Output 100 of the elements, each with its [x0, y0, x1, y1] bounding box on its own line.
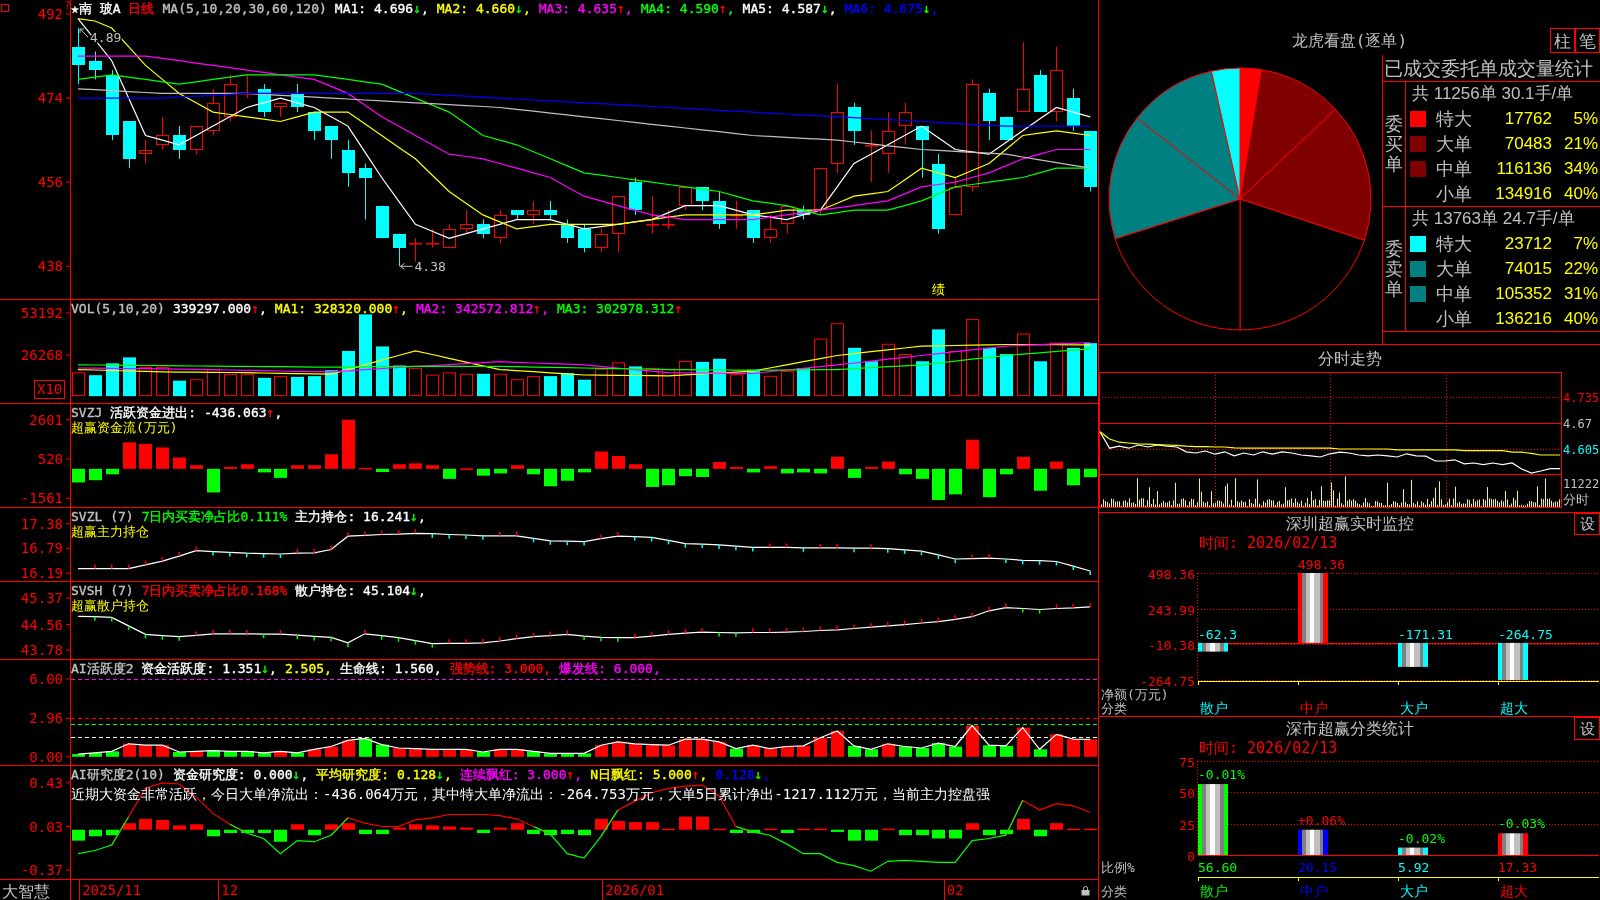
group-summary: 共 13763单 24.7手/单	[1411, 208, 1576, 230]
activity-bar	[831, 730, 844, 757]
legend-label: 2.505,	[284, 661, 332, 676]
candlestick	[949, 177, 962, 216]
axis-tick-label: 4.735	[1563, 390, 1599, 405]
volume-bar	[258, 377, 271, 397]
row-label: 小单	[1436, 182, 1473, 206]
research-bar	[949, 829, 962, 839]
axis-tick-label: 4.67	[1563, 416, 1592, 431]
category-label: 中户	[1300, 700, 1328, 716]
table-title: 已成交委托单成交量统计	[1383, 55, 1600, 82]
fund-flow-bar	[1084, 468, 1097, 478]
legend-label: 平均研究度: 0.128↓,	[316, 767, 452, 782]
research-bar	[190, 824, 203, 830]
settings-button[interactable]: 设	[1574, 513, 1600, 535]
panel-title: 分时走势	[1316, 348, 1383, 370]
candlestick	[646, 195, 659, 235]
axis-tick-label: 243.99	[1148, 602, 1195, 618]
research-bar	[1034, 829, 1047, 837]
research-bar	[646, 822, 659, 830]
indicator-title: 超赢主力持仓	[71, 524, 149, 539]
legend-label: MA(5,10,20,30,60,120)	[162, 1, 327, 16]
candlestick	[443, 223, 456, 249]
group-summary: 共 11256单 30.1手/单	[1411, 83, 1575, 105]
change-label: +0.06%	[1298, 812, 1345, 828]
fund-flow-bar	[224, 466, 237, 469]
fund-flow-bar	[1050, 461, 1063, 469]
fund-flow-bar	[241, 464, 254, 469]
research-bar	[274, 829, 287, 842]
fund-flow-bar	[494, 468, 507, 474]
research-bar	[527, 829, 540, 835]
activity-bar	[460, 749, 473, 757]
fund-flow-bar	[578, 468, 591, 473]
research-bar	[848, 829, 861, 841]
lock-icon	[1081, 886, 1090, 896]
candlestick	[578, 223, 591, 253]
volume-bar	[882, 343, 895, 397]
activity-bar	[156, 745, 169, 757]
activity-bar	[207, 750, 220, 757]
legend-label: MA4: 4.590↑,	[640, 1, 735, 16]
research-bar	[730, 829, 743, 833]
fund-flow-bar	[1017, 456, 1030, 469]
activity-bar	[781, 746, 794, 757]
legend-label: SVZJ	[71, 405, 103, 420]
activity-bar	[578, 753, 591, 757]
axis-tick-label: 43.78	[20, 642, 63, 659]
axis-tick-label: -1561	[20, 490, 63, 507]
activity-bar	[89, 752, 102, 757]
share-value: 21%	[1562, 132, 1599, 155]
legend-label: SVSH (7)	[71, 583, 134, 598]
activity-bar	[848, 745, 861, 757]
data-label: -264.75	[1498, 626, 1553, 642]
research-bar	[393, 827, 406, 830]
candlestick	[308, 111, 321, 141]
activity-bar	[224, 751, 237, 757]
activity-bar	[1000, 745, 1013, 757]
volume-bar	[814, 338, 827, 397]
axis-tick-label: 50	[1179, 785, 1195, 801]
research-bar	[612, 821, 625, 830]
research-bar	[443, 826, 456, 830]
legend-label: MA2: 4.660↓,	[436, 1, 531, 16]
legend-label: 连续飘红: 3.000↑,	[459, 767, 583, 782]
volume-bar	[781, 371, 794, 397]
volume-bar	[190, 379, 203, 397]
category-label: 超大	[1500, 700, 1528, 716]
fund-flow-bar	[831, 456, 844, 469]
volume-bar	[511, 379, 524, 397]
activity-bar	[1067, 739, 1080, 757]
axis-tick-label: 17.38	[20, 515, 63, 532]
settings-button[interactable]: 设	[1574, 717, 1600, 740]
volume-bar	[139, 366, 152, 397]
axis-tick-label: -10.38	[1148, 637, 1195, 653]
legend-label: ★南 玻A	[71, 1, 121, 16]
fund-flow-bar	[359, 467, 372, 470]
volume-bar	[544, 376, 557, 397]
legend-label: 资金活跃度: 1.351↓,	[141, 661, 277, 676]
small-square-icon	[1, 4, 9, 12]
fund-flow-bar	[156, 447, 169, 469]
candlestick	[139, 139, 152, 164]
research-bar	[966, 823, 979, 830]
fund-flow-bar	[325, 454, 338, 469]
candlestick	[123, 120, 136, 169]
legend-label: AI研究度2(10)	[71, 767, 165, 782]
activity-bar	[814, 737, 827, 757]
activity-bar	[258, 752, 271, 757]
fund-flow-bar	[899, 468, 912, 475]
volume-value: 105352	[1494, 282, 1552, 305]
candlestick	[612, 195, 625, 253]
activity-bar	[173, 752, 186, 757]
view-toggle-button[interactable]: 笔	[1575, 28, 1600, 53]
view-toggle-button[interactable]: 柱	[1550, 28, 1575, 53]
legend-label: MA1: 4.696↓,	[334, 1, 429, 16]
volume-bar	[426, 374, 439, 397]
row-label: 中单	[1436, 157, 1473, 181]
fund-flow-bar	[89, 468, 102, 481]
research-bar	[713, 828, 726, 831]
research-bar	[764, 828, 777, 831]
fund-flow-bar	[797, 468, 810, 473]
price-callout-label: 4.38	[414, 259, 446, 275]
activity-bar	[494, 749, 507, 757]
